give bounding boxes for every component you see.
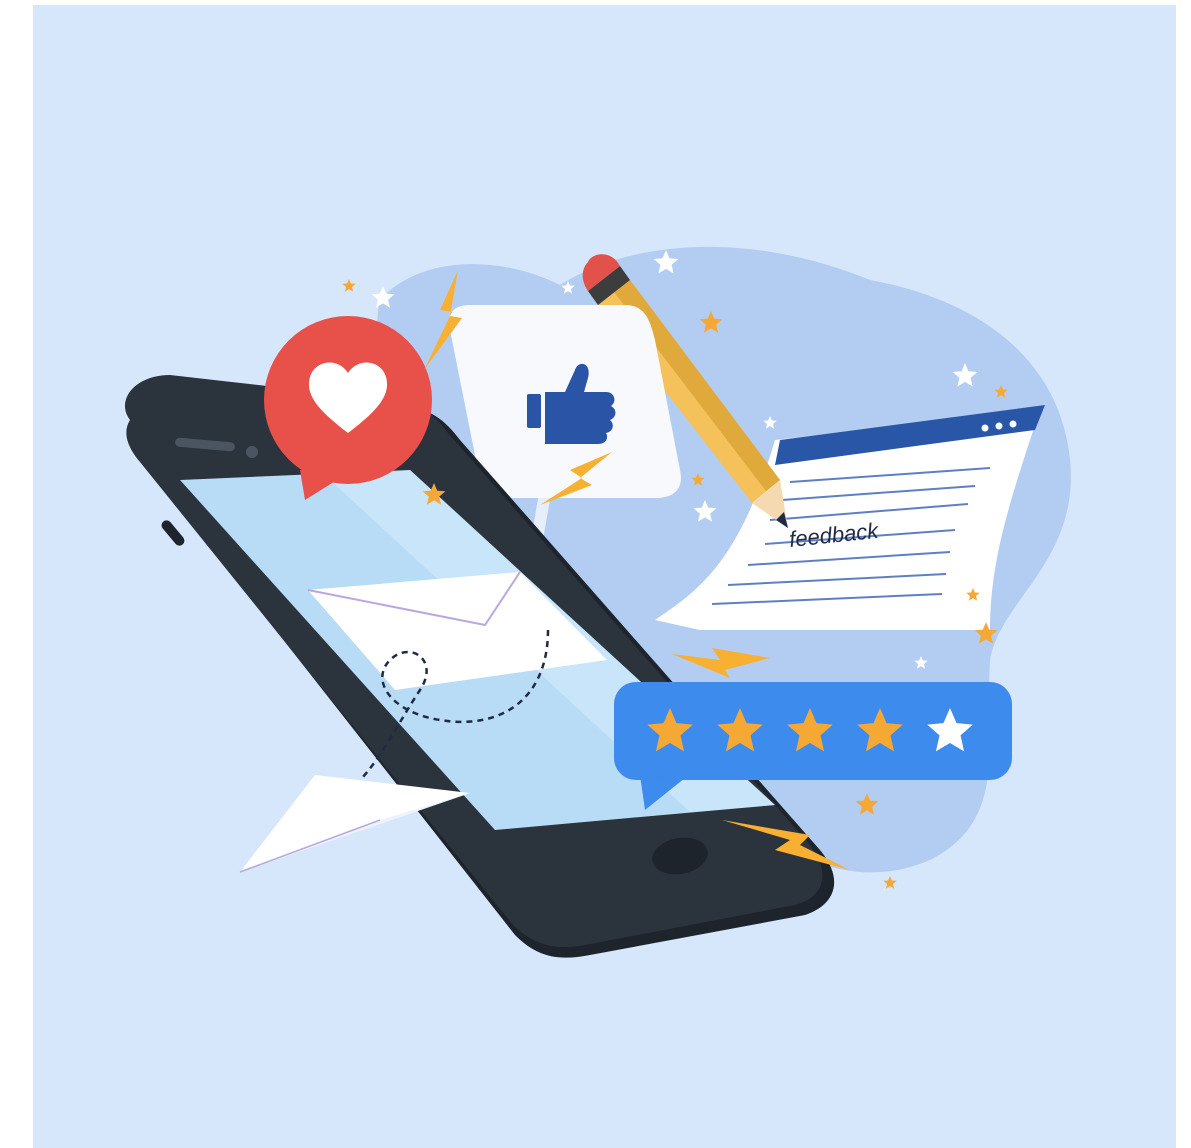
feedback-illustration: feedback — [33, 5, 1176, 1148]
document-dot-icon — [981, 424, 989, 432]
document-dot-icon — [1009, 420, 1017, 428]
illustration-canvas: feedback — [0, 0, 1191, 1148]
document-dot-icon — [995, 422, 1003, 430]
phone-camera — [246, 446, 258, 458]
